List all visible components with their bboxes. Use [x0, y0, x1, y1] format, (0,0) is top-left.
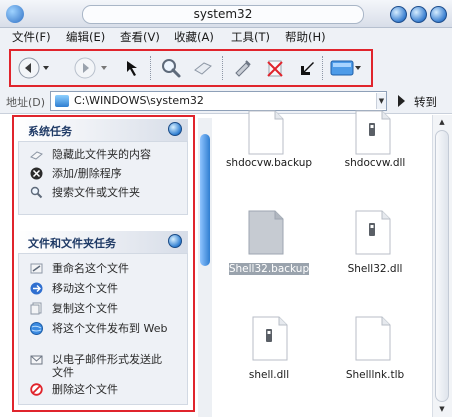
file-list-scrollbar-thumb[interactable]	[435, 130, 449, 402]
generic-file-icon[interactable]	[354, 316, 392, 362]
menu-tools[interactable]: 工具(T)	[231, 30, 270, 44]
go-arrow-icon[interactable]	[398, 95, 405, 107]
back-dropdown-icon[interactable]	[42, 64, 50, 72]
views-icon[interactable]	[330, 58, 354, 78]
scroll-down-icon[interactable]: ▼	[436, 405, 448, 413]
dll-file-icon[interactable]	[354, 110, 392, 156]
close-button[interactable]	[430, 6, 447, 23]
delete-icon[interactable]	[264, 57, 286, 79]
maximize-button[interactable]	[410, 6, 427, 23]
dll-file-icon[interactable]	[251, 316, 289, 362]
app-icon[interactable]	[6, 5, 24, 23]
go-button[interactable]: 转到	[414, 94, 437, 110]
file-name-selected[interactable]: Shell32.backup	[219, 263, 319, 276]
task-pane-scrollbar-thumb[interactable]	[200, 134, 210, 266]
scroll-up-icon[interactable]: ▲	[436, 118, 448, 126]
window-title: system32	[193, 7, 253, 21]
generic-file-icon[interactable]	[247, 210, 285, 256]
views-dropdown-icon[interactable]	[354, 64, 362, 72]
generic-file-icon[interactable]	[247, 110, 285, 156]
menu-edit[interactable]: 编辑(E)	[66, 30, 105, 44]
task-pane-highlight	[12, 115, 195, 412]
dll-file-icon[interactable]	[354, 210, 392, 256]
toolbar-highlight	[9, 49, 373, 87]
file-name[interactable]: Shell32.dll	[325, 263, 425, 276]
address-label: 地址(D)	[6, 96, 46, 109]
folders-icon[interactable]	[192, 57, 214, 79]
forward-dropdown-icon[interactable]	[100, 64, 108, 72]
forward-arrow-icon[interactable]	[74, 57, 96, 79]
folder-icon	[55, 95, 69, 107]
up-folder-icon[interactable]	[122, 57, 144, 79]
menu-file[interactable]: 文件(F)	[12, 30, 51, 44]
chevron-down-icon[interactable]: ▼	[376, 93, 386, 109]
address-path[interactable]: C:\WINDOWS\system32	[74, 94, 204, 107]
move-to-icon[interactable]	[232, 57, 254, 79]
back-arrow-icon[interactable]	[18, 57, 40, 79]
file-name[interactable]: shdocvw.backup	[219, 157, 319, 170]
menu-help[interactable]: 帮助(H)	[285, 30, 326, 44]
undo-icon[interactable]	[296, 57, 318, 79]
menu-favorites[interactable]: 收藏(A)	[174, 30, 214, 44]
toolbar-separator	[222, 56, 223, 80]
toolbar-separator	[150, 56, 151, 80]
file-name[interactable]: shell.dll	[219, 369, 319, 382]
menu-view[interactable]: 查看(V)	[120, 30, 160, 44]
minimize-button[interactable]	[390, 6, 407, 23]
file-name[interactable]: shdocvw.dll	[325, 157, 425, 170]
file-name[interactable]: Shelllnk.tlb	[325, 369, 425, 382]
toolbar-separator	[322, 56, 323, 80]
search-icon[interactable]	[160, 57, 182, 79]
file-name[interactable]: Shell32.backup	[228, 263, 310, 275]
